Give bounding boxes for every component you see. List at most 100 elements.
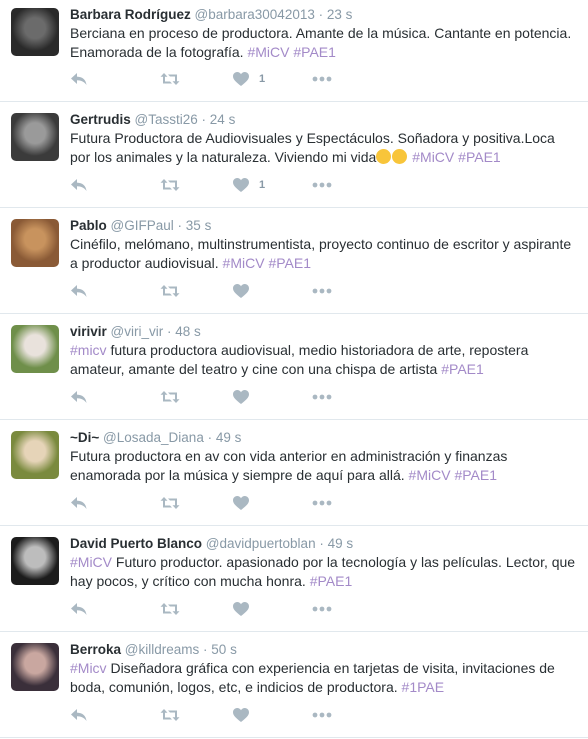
hashtag-link[interactable]: #PAE1 [268,255,311,271]
tweet-text: #micv futura productora audiovisual, med… [70,341,578,379]
reply-button[interactable] [70,390,160,404]
more-button[interactable] [312,606,332,612]
timestamp[interactable]: 49 s [216,430,242,445]
like-button[interactable] [233,284,312,298]
avatar[interactable] [11,219,59,267]
retweet-button[interactable] [160,72,233,86]
reply-button[interactable] [70,496,160,510]
hashtag-link[interactable]: #Micv [70,660,107,676]
author-name[interactable]: David Puerto Blanco [70,536,202,551]
author-name[interactable]: Gertrudis [70,112,131,127]
hashtag-link[interactable]: #PAE1 [310,573,353,589]
author-handle[interactable]: @viri_vir [111,324,164,339]
author-handle[interactable]: @Tassti26 [135,112,198,127]
tweet-header: ~Di~ @Losada_Diana · 49 s [70,429,578,447]
like-button[interactable]: 1 [233,72,312,86]
hashtag-link[interactable]: #PAE1 [458,149,501,165]
timestamp[interactable]: 24 s [210,112,236,127]
avatar[interactable] [11,325,59,373]
retweet-button[interactable] [160,284,233,298]
more-icon [312,712,332,718]
retweet-button[interactable] [160,390,233,404]
timestamp[interactable]: 48 s [175,324,201,339]
avatar[interactable] [11,431,59,479]
retweet-button[interactable] [160,496,233,510]
hashtag-link[interactable]: #MiCV [247,44,289,60]
tweet-actions [70,389,332,405]
tweet-item: David Puerto Blanco @davidpuertoblan · 4… [0,526,588,632]
hashtag-link[interactable]: #micv [70,342,107,358]
timestamp[interactable]: 50 s [211,642,237,657]
reply-button[interactable] [70,602,160,616]
retweet-button[interactable] [160,602,233,616]
tweet-item: Berroka @killdreams · 50 s #Micv Diseñado… [0,632,588,738]
like-button[interactable] [233,708,312,722]
tweet-header: virivir @viri_vir · 48 s [70,323,578,341]
author-name[interactable]: Berroka [70,642,121,657]
hashtag-link[interactable]: #PAE1 [293,44,336,60]
retweet-icon [160,496,180,510]
avatar[interactable] [11,8,59,56]
tweet-actions [70,707,332,723]
author-handle[interactable]: @barbara30042013 [195,7,315,22]
hashtag-link[interactable]: #1PAE [402,679,445,695]
tweet-feed: Barbara Rodríguez @barbara30042013 · 23 … [0,0,588,738]
author-name[interactable]: Pablo [70,218,107,233]
retweet-icon [160,72,180,86]
author-handle[interactable]: @GIFPaul [111,218,174,233]
separator-dot: · [167,324,172,339]
like-count: 1 [259,73,266,85]
timestamp[interactable]: 35 s [186,218,212,233]
timestamp[interactable]: 49 s [328,536,354,551]
more-icon [312,182,332,188]
reply-icon [70,178,88,192]
hashtag-link[interactable]: #MiCV [223,255,265,271]
tweet-header: Barbara Rodríguez @barbara30042013 · 23 … [70,6,578,24]
separator-dot: · [203,642,208,657]
tweet-item: ~Di~ @Losada_Diana · 49 s Futura producto… [0,420,588,526]
more-icon [312,288,332,294]
hashtag-link[interactable]: #PAE1 [454,467,497,483]
hashtag-link[interactable]: #MiCV [70,554,112,570]
more-button[interactable] [312,394,332,400]
reply-button[interactable] [70,178,160,192]
hashtag-link[interactable]: #PAE1 [441,361,484,377]
tweet-actions: 1 [70,71,332,87]
reply-button[interactable] [70,72,160,86]
author-name[interactable]: ~Di~ [70,430,99,445]
reply-icon [70,284,88,298]
more-button[interactable] [312,288,332,294]
more-button[interactable] [312,182,332,188]
more-button[interactable] [312,500,332,506]
author-handle[interactable]: @Losada_Diana [103,430,204,445]
tweet-item: virivir @viri_vir · 48 s #micv futura pro… [0,314,588,420]
retweet-icon [160,708,180,722]
like-button[interactable] [233,602,312,616]
hashtag-link[interactable]: #MiCV [412,149,454,165]
tweet-header: Berroka @killdreams · 50 s [70,641,578,659]
hashtag-link[interactable]: #MiCV [409,467,451,483]
tweet-text: Berciana en proceso de productora. Amant… [70,24,578,62]
avatar[interactable] [11,643,59,691]
author-name[interactable]: virivir [70,324,107,339]
tweet-item: Barbara Rodríguez @barbara30042013 · 23 … [0,0,588,102]
reply-button[interactable] [70,708,160,722]
avatar[interactable] [11,113,59,161]
timestamp[interactable]: 23 s [327,7,353,22]
more-icon [312,76,332,82]
reply-button[interactable] [70,284,160,298]
tweet-body: Cinéfilo, melómano, multinstrumentista, … [70,236,572,271]
author-handle[interactable]: @killdreams [125,642,199,657]
like-button[interactable]: 1 [233,178,312,192]
retweet-button[interactable] [160,178,233,192]
more-button[interactable] [312,712,332,718]
heart-icon [233,178,249,192]
like-button[interactable] [233,390,312,404]
heart-icon [233,390,249,404]
like-button[interactable] [233,496,312,510]
retweet-button[interactable] [160,708,233,722]
author-name[interactable]: Barbara Rodríguez [70,7,191,22]
more-button[interactable] [312,76,332,82]
avatar[interactable] [11,537,59,585]
author-handle[interactable]: @davidpuertoblan [206,536,316,551]
